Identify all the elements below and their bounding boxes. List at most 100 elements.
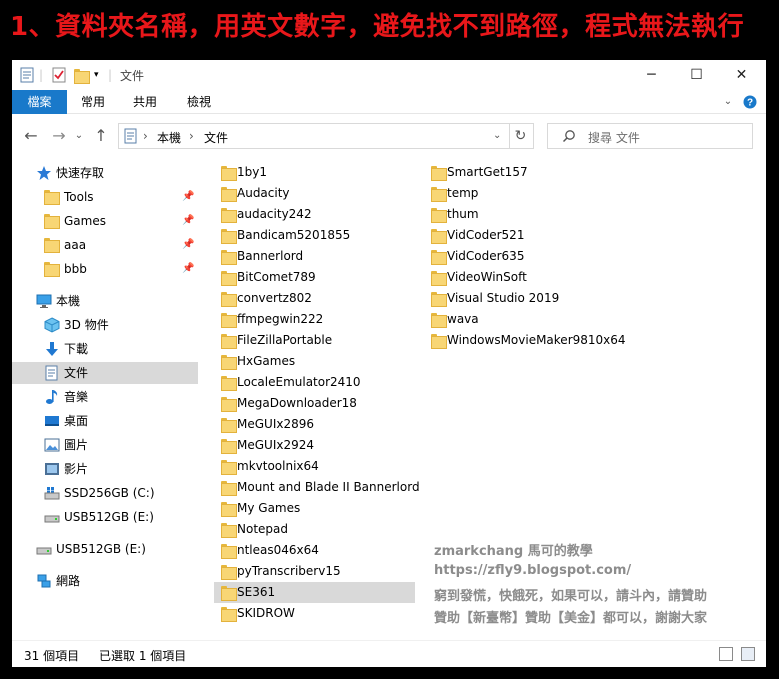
- folder-item[interactable]: WindowsMovieMaker9810x64: [424, 330, 626, 351]
- nav-this-pc[interactable]: 本機: [12, 290, 198, 312]
- properties-icon[interactable]: [20, 66, 34, 84]
- nav-pinned-aaa[interactable]: aaa 📌: [12, 234, 198, 256]
- checklist-icon[interactable]: [52, 66, 66, 84]
- folder-name: LocaleEmulator2410: [237, 375, 361, 389]
- folder-name: wava: [447, 312, 479, 326]
- folder-item[interactable]: MeGUIx2896: [214, 414, 415, 435]
- nav-downloads[interactable]: 下載: [12, 338, 198, 360]
- nav-videos[interactable]: 影片: [12, 458, 198, 480]
- folder-item[interactable]: Visual Studio 2019: [424, 288, 624, 309]
- folder-item[interactable]: wava: [424, 309, 624, 330]
- maximize-button[interactable]: ☐: [674, 60, 719, 90]
- folder-icon: [221, 585, 237, 601]
- folder-item[interactable]: HxGames: [214, 351, 415, 372]
- folder-icon: [221, 501, 237, 517]
- details-view-button[interactable]: [719, 647, 733, 661]
- folder-icon: [221, 459, 237, 475]
- nav-pane-scrollbar[interactable]: [198, 162, 214, 640]
- folder-item[interactable]: VidCoder521: [424, 225, 624, 246]
- folder-item[interactable]: Audacity: [214, 183, 415, 204]
- folder-icon: [44, 189, 60, 205]
- folder-item[interactable]: SKIDROW: [214, 603, 415, 624]
- address-bar[interactable]: › 本機 › 文件 ⌄: [118, 123, 510, 149]
- folder-name: Bandicam5201855: [237, 228, 351, 242]
- folder-item[interactable]: FileZillaPortable: [214, 330, 415, 351]
- folder-icon: [221, 270, 237, 286]
- folder-name: temp: [447, 186, 479, 200]
- folder-item[interactable]: Bannerlord: [214, 246, 415, 267]
- nav-pictures[interactable]: 圖片: [12, 434, 198, 456]
- folder-icon: [221, 396, 237, 412]
- large-icons-view-button[interactable]: [741, 647, 755, 661]
- nav-pinned-games[interactable]: Games 📌: [12, 210, 198, 232]
- expand-ribbon-icon[interactable]: ⌄: [719, 90, 737, 114]
- nav-3d-objects[interactable]: 3D 物件: [12, 314, 198, 336]
- folder-name: MeGUIx2924: [237, 438, 314, 452]
- folder-item[interactable]: temp: [424, 183, 624, 204]
- new-folder-icon[interactable]: [74, 66, 90, 84]
- folder-item[interactable]: MegaDownloader18: [214, 393, 415, 414]
- folder-item[interactable]: SE361: [214, 582, 415, 603]
- folder-icon: [221, 207, 237, 223]
- watermark-line: 窮到發慌，快餓死，如果可以，請斗內，請贊助: [434, 589, 708, 604]
- minimize-button[interactable]: ─: [629, 60, 674, 90]
- breadcrumb-this-pc[interactable]: 本機: [157, 129, 181, 146]
- nav-label: 影片: [64, 462, 89, 476]
- folder-item[interactable]: 1by1: [214, 162, 415, 183]
- nav-drive-c[interactable]: SSD256GB (C:): [12, 482, 198, 504]
- nav-quick-access[interactable]: 快速存取: [12, 162, 198, 184]
- folder-icon: [431, 165, 447, 181]
- folder-item[interactable]: Mount and Blade II Bannerlord: [214, 477, 420, 498]
- folder-item[interactable]: ffmpegwin222: [214, 309, 415, 330]
- tab-file[interactable]: 檔案: [12, 90, 67, 114]
- folder-name: VideoWinSoft: [447, 270, 527, 284]
- svg-text:?: ?: [747, 98, 753, 109]
- folder-item[interactable]: VidCoder635: [424, 246, 624, 267]
- folder-icon: [431, 312, 447, 328]
- folder-item[interactable]: audacity242: [214, 204, 415, 225]
- breadcrumb-documents[interactable]: 文件: [204, 129, 228, 146]
- folder-icon: [221, 228, 237, 244]
- folder-item[interactable]: SmartGet157: [424, 162, 624, 183]
- recent-locations-button[interactable]: ⌄: [72, 125, 86, 147]
- address-dropdown-icon[interactable]: ⌄: [493, 130, 501, 141]
- folder-icon: [431, 186, 447, 202]
- customize-toolbar-icon[interactable]: ▾: [94, 66, 99, 84]
- folder-item[interactable]: mkvtoolnix64: [214, 456, 415, 477]
- nav-music[interactable]: 音樂: [12, 386, 198, 408]
- nav-label: bbb: [64, 262, 87, 276]
- close-button[interactable]: ✕: [719, 60, 764, 90]
- up-button[interactable]: ↑: [90, 125, 112, 147]
- help-icon[interactable]: ?: [740, 90, 760, 114]
- folder-item[interactable]: MeGUIx2924: [214, 435, 415, 456]
- nav-pinned-bbb[interactable]: bbb 📌: [12, 258, 198, 280]
- forward-button[interactable]: →: [48, 125, 70, 147]
- title-bar: | ▾ | 文件 ─ ☐ ✕: [12, 60, 766, 90]
- nav-usb-drive[interactable]: USB512GB (E:): [12, 538, 198, 560]
- tab-share[interactable]: 共用: [126, 90, 164, 114]
- nav-drive-e[interactable]: USB512GB (E:): [12, 506, 198, 528]
- refresh-button[interactable]: ↻: [508, 123, 534, 149]
- folder-item[interactable]: VideoWinSoft: [424, 267, 624, 288]
- nav-label: 快速存取: [56, 166, 105, 180]
- folder-item[interactable]: thum: [424, 204, 624, 225]
- folder-item[interactable]: pyTranscriberv15: [214, 561, 415, 582]
- nav-network[interactable]: 網路: [12, 570, 198, 592]
- tab-home[interactable]: 常用: [74, 90, 112, 114]
- folder-icon: [221, 564, 237, 580]
- folder-item[interactable]: LocaleEmulator2410: [214, 372, 415, 393]
- nav-desktop[interactable]: 桌面: [12, 410, 198, 432]
- folder-item[interactable]: ntleas046x64: [214, 540, 415, 561]
- back-button[interactable]: ←: [20, 125, 42, 147]
- folder-item[interactable]: Notepad: [214, 519, 415, 540]
- folder-item[interactable]: BitComet789: [214, 267, 415, 288]
- search-input[interactable]: 搜尋 文件: [547, 123, 753, 149]
- folder-item[interactable]: Bandicam5201855: [214, 225, 415, 246]
- tab-view[interactable]: 檢視: [180, 90, 218, 114]
- folder-item[interactable]: convertz802: [214, 288, 415, 309]
- nav-documents[interactable]: 文件: [12, 362, 198, 384]
- folder-item[interactable]: My Games: [214, 498, 415, 519]
- pin-icon: 📌: [182, 239, 195, 250]
- folder-name: ffmpegwin222: [237, 312, 324, 326]
- nav-pinned-tools[interactable]: Tools 📌: [12, 186, 198, 208]
